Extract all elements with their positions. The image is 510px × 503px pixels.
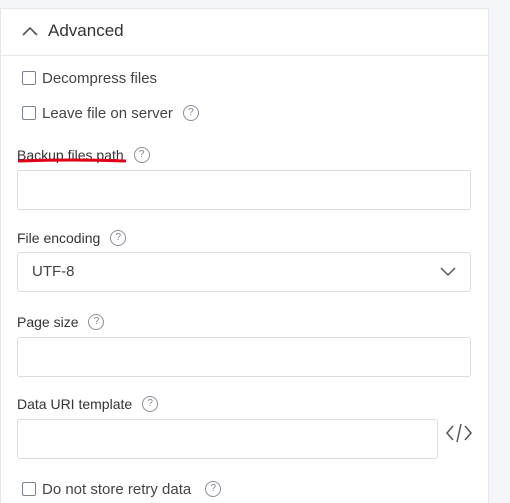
- advanced-section-header[interactable]: Advanced: [1, 9, 488, 56]
- no-retry-option[interactable]: Do not store retry data ?: [22, 479, 222, 499]
- decompress-files-option[interactable]: Decompress files: [22, 68, 157, 88]
- file-encoding-select[interactable]: UTF-8: [17, 252, 471, 292]
- page-size-label-row: Page size ?: [17, 314, 105, 330]
- chevron-up-icon: [22, 26, 38, 36]
- data-uri-label: Data URI template: [17, 396, 133, 412]
- red-underline-annotation: [18, 158, 126, 163]
- no-retry-checkbox[interactable]: [22, 482, 36, 496]
- leave-file-checkbox[interactable]: [22, 106, 36, 120]
- backup-path-input[interactable]: [17, 170, 471, 210]
- help-icon[interactable]: ?: [133, 147, 150, 163]
- data-uri-label-row: Data URI template ?: [17, 396, 159, 412]
- file-encoding-label-row: File encoding ?: [17, 230, 127, 246]
- decompress-files-label: Decompress files: [42, 69, 158, 87]
- help-icon[interactable]: ?: [88, 314, 105, 330]
- page-size-label: Page size: [17, 314, 79, 330]
- code-editor-icon[interactable]: [445, 422, 473, 444]
- leave-file-option[interactable]: Leave file on server ?: [22, 103, 199, 123]
- file-encoding-label: File encoding: [17, 230, 101, 246]
- help-icon[interactable]: ?: [182, 105, 199, 121]
- decompress-files-checkbox[interactable]: [22, 71, 36, 85]
- data-uri-input[interactable]: [17, 419, 438, 459]
- help-icon[interactable]: ?: [142, 396, 159, 412]
- section-title: Advanced: [48, 21, 124, 40]
- file-encoding-value: UTF-8: [32, 263, 75, 280]
- page-size-input[interactable]: [17, 337, 471, 377]
- help-icon[interactable]: ?: [110, 230, 127, 246]
- chevron-down-icon: [440, 267, 456, 277]
- leave-file-label: Leave file on server: [42, 104, 173, 122]
